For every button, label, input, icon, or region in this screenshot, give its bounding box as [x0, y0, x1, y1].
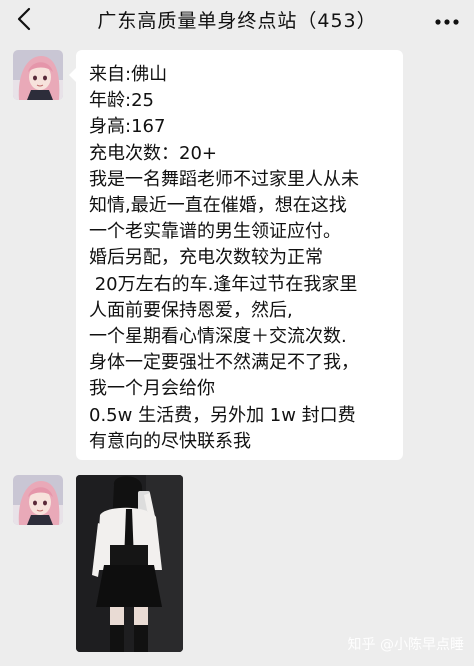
message-line: 有意向的尽快联系我: [89, 430, 251, 452]
sender-avatar[interactable]: [13, 475, 63, 525]
more-dots-icon: [435, 19, 459, 25]
photo-thumbnail-icon: [76, 475, 183, 652]
message-line: 身体一定要强壮不然满足不了我，: [89, 352, 359, 374]
image-message[interactable]: [76, 475, 183, 652]
message-line: 我一个月会给你: [89, 378, 215, 400]
message-line: 一个星期看心情深度＋交流次数.: [89, 326, 347, 348]
chat-header: 广东高质量单身终点站（453）: [0, 0, 474, 40]
message-line: 0.5w 生活费，另外加 1w 封口费: [89, 404, 356, 426]
message-line: 婚后另配，充电次数较为正常: [89, 247, 323, 269]
avatar-anime-girl-icon: [13, 475, 63, 525]
sender-avatar[interactable]: [13, 50, 63, 100]
message-line: 身高:167: [89, 116, 166, 138]
message-line: 来自:佛山: [89, 64, 168, 85]
chat-title: 广东高质量单身终点站（453）: [97, 10, 377, 32]
message-line: 我是一名舞蹈老师不过家里人从未: [89, 168, 359, 190]
avatar-anime-girl-icon: [13, 50, 63, 100]
message-line: 20万左右的车.逢年过节在我家里: [89, 273, 358, 295]
message-line: 一个老实靠谱的男生领证应付。: [89, 221, 341, 243]
message-line: 年龄:25: [89, 90, 154, 112]
more-button[interactable]: [434, 12, 460, 25]
message-line: 充电次数：20+: [89, 142, 217, 164]
watermark: 知乎 @小陈早点睡: [347, 637, 464, 653]
message-line: 人面前要保持恩爱，然后,: [89, 299, 293, 321]
message-bubble[interactable]: 来自:佛山 年龄:25 身高:167 充电次数：20+ 我是一名舞蹈老师不过家里…: [69, 50, 403, 460]
message-line: 知情,最近一直在催婚，想在这找: [89, 195, 347, 217]
